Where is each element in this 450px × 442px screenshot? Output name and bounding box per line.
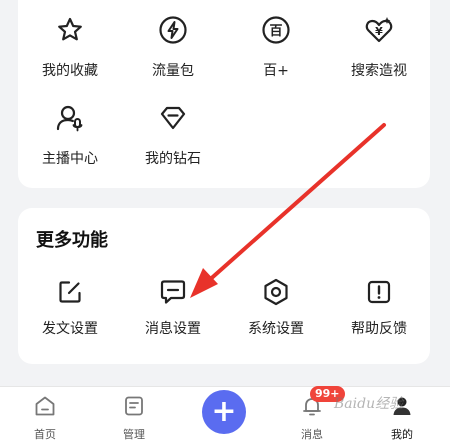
manage-icon: [122, 394, 146, 418]
nav-label: 我的: [391, 428, 413, 441]
nav-label: 管理: [123, 428, 145, 441]
home-icon: [33, 394, 57, 418]
nav-label: 消息: [301, 428, 323, 441]
nav-label: 首页: [34, 428, 56, 441]
create-post-button[interactable]: +: [202, 390, 246, 434]
annotation-arrow: [190, 123, 386, 298]
watermark: Baidu经验: [334, 396, 404, 412]
